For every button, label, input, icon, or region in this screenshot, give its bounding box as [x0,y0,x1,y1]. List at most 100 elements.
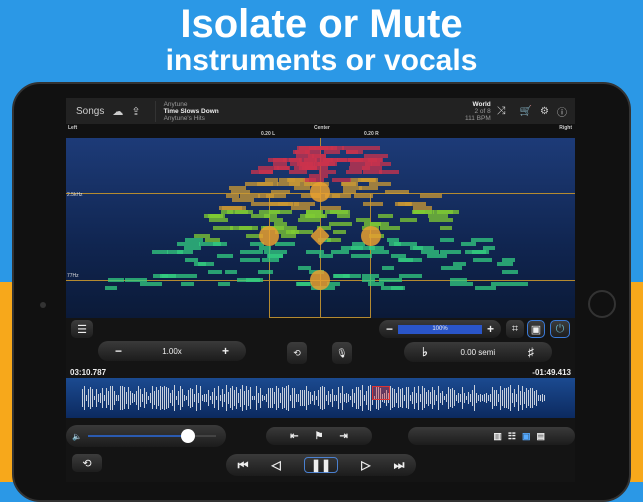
waveform[interactable] [66,378,575,418]
waveform-bar [200,386,201,410]
waveform-bar [226,385,227,411]
spectrum-block [260,182,279,186]
waveform-bar [252,395,253,401]
mixer-icon[interactable]: ☷ [508,431,516,442]
waveform-view-icon[interactable]: ▥ [493,431,502,442]
cart-icon[interactable]: 🛒 [520,106,532,117]
waveform-bar [82,388,83,408]
spectrum-block [262,258,279,262]
waveform-bar [130,390,131,406]
slider-track[interactable] [88,435,216,437]
help-icon[interactable]: ⓘ [557,104,567,119]
volume-stepper[interactable]: − 100% + [379,320,501,338]
waveform-bar [120,385,121,411]
spectrum-block [413,246,434,250]
spectrum-block [346,150,359,154]
waveform-bar [152,386,153,410]
sharp-icon[interactable]: ♯ [528,345,534,359]
skip-forward-icon[interactable]: ⏭ [394,458,405,473]
set-start-icon[interactable]: ⇤ [290,431,298,442]
spectrum-block [269,202,289,206]
power-icon[interactable]: ⏻ [550,320,570,338]
spectrum-block [329,210,351,214]
skip-back-icon[interactable]: ⏮ [238,458,249,473]
grid-button[interactable]: ⌗ [506,320,524,338]
handle-bottom[interactable] [310,270,330,290]
add-marker-icon[interactable]: ⚑ [315,431,324,442]
spectrum-block [439,238,455,242]
waveform-bar [404,394,405,402]
gear-icon[interactable]: ⚙ [540,106,549,117]
spectrum-block [440,266,463,270]
spectrum-view[interactable]: 2.5kHz 77Hz [66,138,575,318]
waveform-bar [154,390,155,406]
waveform-bar [308,390,309,406]
waveform-bar [168,387,169,409]
region-button[interactable]: ▣ [527,320,545,338]
waveform-bar [180,385,181,411]
spectrum-block [333,230,346,234]
loop-button[interactable]: ⟲ [72,454,102,472]
share-icon[interactable]: ⇪ [131,105,140,118]
loop-mode-button[interactable]: ⟲ [287,342,307,364]
spectrum-block [364,162,380,166]
waveform-bar [346,392,347,404]
song-info[interactable]: Anytune Time Slows Down Anytune's Hits [154,100,219,122]
handle-right[interactable] [361,226,381,246]
volume-slider[interactable]: 🔈 [66,425,226,447]
waveform-bar [422,385,423,411]
mic-button[interactable]: 🎙 [332,342,352,364]
waveform-bar [240,389,241,407]
handle-left[interactable] [259,226,279,246]
spectrum-block [272,162,288,166]
spectrum-block [359,186,378,190]
handle-top[interactable] [310,182,330,202]
minus-icon[interactable]: − [115,344,122,358]
speed-stepper[interactable]: − 1.00x + [98,341,246,361]
minus-icon[interactable]: − [386,322,393,336]
waveform-bar [398,387,399,409]
rewind-icon[interactable]: ◁ [272,458,281,472]
pan-ruler[interactable]: Left Center Right 0.20 L 0.20 R [66,124,575,138]
plus-icon[interactable]: + [222,344,229,358]
waveform-bar [324,387,325,409]
pan-right-label: Right [559,125,572,131]
waveform-bar [518,385,519,411]
set-end-icon[interactable]: ⇥ [339,431,347,442]
slider-knob[interactable] [180,429,195,443]
waveform-bar [428,390,429,406]
waveform-bar [538,395,539,401]
waveform-bar [178,390,179,406]
plus-icon[interactable]: + [487,322,494,336]
songs-button[interactable]: Songs [76,106,104,117]
waveform-bar [424,387,425,409]
subheadline: instruments or vocals [165,44,478,77]
pitch-stepper[interactable]: ♭ 0.00 semi ♯ [404,342,552,362]
playhead[interactable] [372,386,390,400]
menu-list-button[interactable]: ☰ [71,320,93,338]
notes-icon[interactable]: ▤ [536,431,545,442]
pause-icon[interactable]: ❚❚ [303,457,339,473]
waveform-bar [454,389,455,407]
waveform-bar [416,393,417,403]
shuffle-icon[interactable]: ⤨ [497,105,506,118]
spectrum-block [267,254,284,258]
waveform-bar [326,395,327,401]
playlist-info[interactable]: World 2 of 8 111 BPM [465,101,491,122]
waveform-bar [544,395,545,401]
waveform-bar [490,393,491,403]
waveform-bar [122,386,123,410]
waveform-bar [482,394,483,402]
waveform-bar [446,394,447,402]
elapsed-time: 03:10.787 [70,368,107,377]
waveform-bar [360,389,361,407]
pan-left-label: Left [68,125,78,131]
spectrum-block [343,186,362,190]
waveform-bar [536,390,537,406]
waveform-bar [222,388,223,408]
waveform-bar [348,393,349,403]
waveform-bar [362,385,363,411]
cloud-icon[interactable]: ☁ [112,105,123,118]
play-icon[interactable]: ▷ [361,458,370,472]
spectrum-view-icon[interactable]: ▣ [522,431,531,442]
